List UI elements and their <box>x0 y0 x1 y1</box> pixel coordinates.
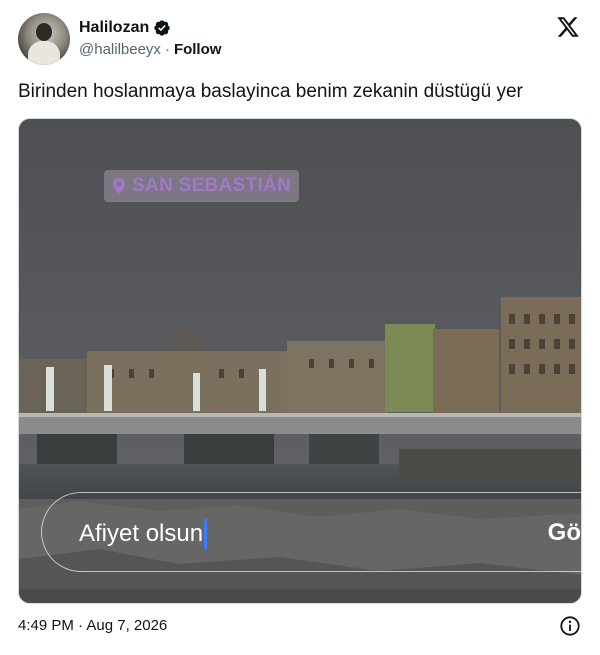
media-image[interactable]: SAN SEBASTIÁN Afiyet olsun Gö <box>18 118 582 604</box>
tweet-timestamp[interactable]: 4:49 PM · Aug 7, 2026 <box>18 617 167 634</box>
name-row: Halilozan <box>79 19 171 37</box>
info-icon[interactable] <box>559 615 581 637</box>
tweet-header: Halilozan @halilbeeyx · Follow <box>18 13 584 67</box>
verified-badge-icon <box>154 20 170 36</box>
location-label: SAN SEBASTIÁN <box>132 175 292 196</box>
message-text: Afiyet olsun <box>79 520 204 547</box>
author-name[interactable]: Halilozan <box>79 19 149 37</box>
author-handle[interactable]: @halilbeeyx <box>79 41 161 58</box>
avatar[interactable] <box>18 13 70 65</box>
message-input[interactable]: Afiyet olsun <box>79 519 208 549</box>
avatar-head-shape <box>36 23 52 41</box>
send-button-label[interactable]: Gö <box>548 519 581 547</box>
x-logo-icon[interactable] <box>556 15 580 39</box>
handle-row: @halilbeeyx · Follow <box>79 41 221 58</box>
avatar-body-shape <box>28 41 60 65</box>
location-pin-icon <box>113 178 125 194</box>
text-caret <box>204 519 208 549</box>
separator-dot: · <box>164 41 170 58</box>
location-sticker: SAN SEBASTIÁN <box>104 170 300 202</box>
tweet-text: Birinden hoslanmaya baslayinca benim zek… <box>18 81 523 102</box>
follow-button[interactable]: Follow <box>174 41 222 58</box>
